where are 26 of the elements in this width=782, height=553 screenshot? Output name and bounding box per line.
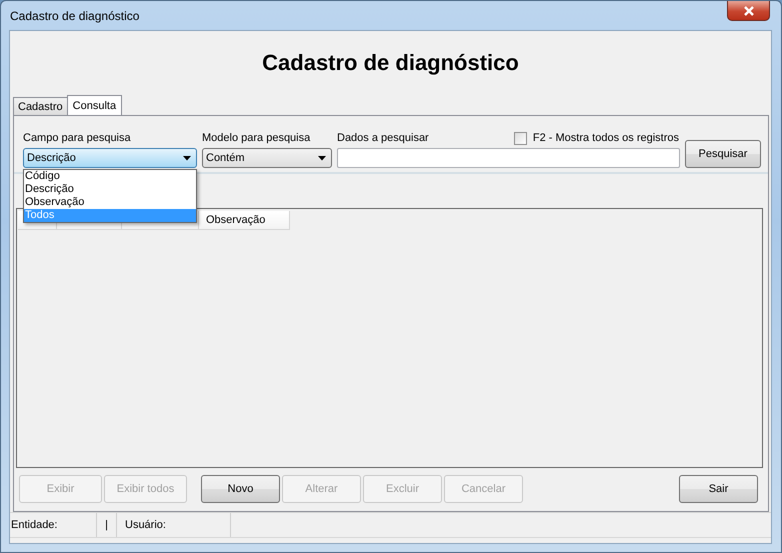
status-text: Usuário:: [117, 513, 231, 537]
dropdown-option[interactable]: Observação: [24, 196, 196, 209]
column-header[interactable]: Observação: [199, 211, 290, 230]
dropdown-option[interactable]: Código: [24, 170, 196, 183]
search-data-label: Dados a pesquisar: [337, 132, 429, 145]
tab[interactable]: Cadastro: [13, 97, 68, 115]
status-text: Entidade:: [10, 513, 97, 537]
field-dropdown[interactable]: Descrição: [23, 148, 197, 168]
close-icon: [742, 6, 754, 16]
caret-icon: [318, 156, 326, 160]
window-title: Cadastro de diagnóstico: [10, 8, 140, 22]
mode-label: Modelo para pesquisa: [202, 132, 312, 145]
search-button[interactable]: Pesquisar: [685, 140, 761, 168]
action-button[interactable]: Novo: [201, 475, 280, 503]
tab[interactable]: Consulta: [66, 95, 122, 116]
close-button[interactable]: [727, 1, 770, 21]
search-input[interactable]: [337, 148, 680, 168]
mode-dropdown[interactable]: Contém: [202, 148, 332, 168]
caret-icon: [183, 156, 191, 160]
form-heading: Cadastro de diagnóstico: [261, 49, 520, 77]
dropdown-option[interactable]: Descrição: [24, 183, 196, 196]
field-label: Campo para pesquisa: [23, 132, 132, 145]
checkbox-label: F2 - Mostra todos os registros: [532, 132, 679, 145]
checkbox[interactable]: [514, 132, 527, 145]
action-button[interactable]: Sair: [679, 475, 758, 503]
status-text: |: [97, 513, 117, 537]
